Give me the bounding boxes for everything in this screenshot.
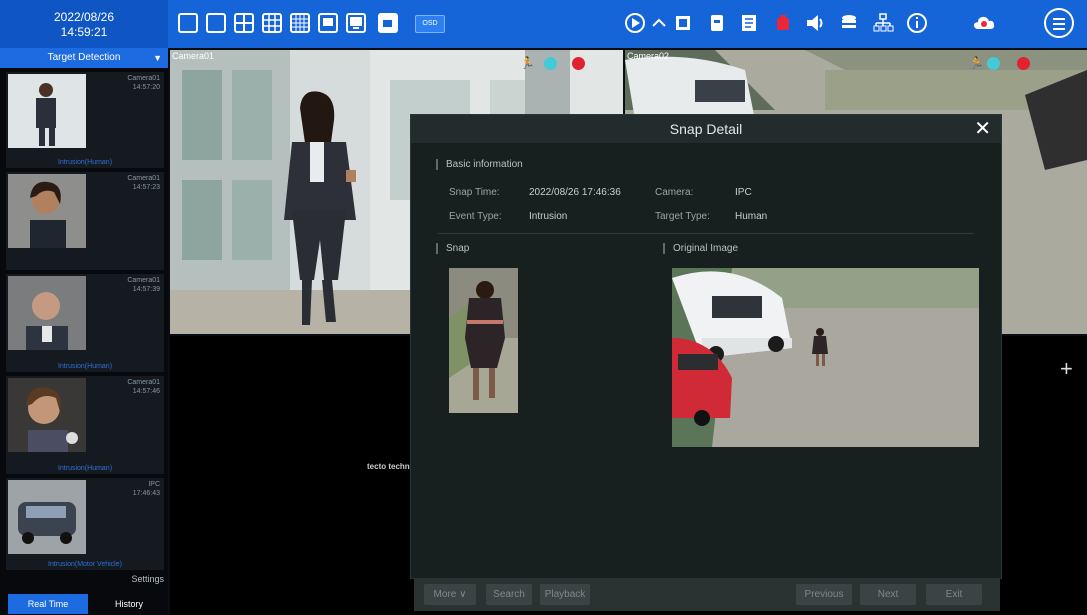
alarm-icon[interactable] [772,12,794,34]
section-snap: Snap [436,243,469,254]
search-button[interactable]: Search [486,584,532,605]
snap-detail-dialog: Snap Detail ✕ Basic information Snap Tim… [410,114,1002,579]
single-view-icon[interactable] [178,13,198,33]
camera-value: IPC [735,187,752,198]
target-detection-panel: Target Detection ▼ Camera01 14:57:20 Intr… [0,48,168,615]
quad-view-icon[interactable] [234,13,254,33]
more-button[interactable]: More ∨ [424,584,476,605]
snap-thumbnail [8,174,86,248]
clock-time: 14:59:21 [60,25,108,39]
section-basic-info: Basic information [436,159,523,170]
network-icon[interactable] [872,12,894,34]
exit-button[interactable]: Exit [926,584,982,605]
speaker-icon[interactable] [804,12,826,34]
playback-button[interactable]: Playback [540,584,590,605]
snap-caption: Intrusion(Human) [57,159,113,166]
motion-icon [544,57,557,70]
human-detection-icon: 🏃 [520,56,535,70]
sixteen-view-icon[interactable] [290,13,310,33]
cloud-icon[interactable] [972,12,995,34]
snap-list-item[interactable]: Camera01 14:57:46 Intrusion(Human) [6,376,164,474]
snap-camera: IPC 17:46:43 [132,481,160,497]
event-type-label: Event Type: [449,211,502,222]
settings-link[interactable]: Settings [0,574,164,584]
chevron-down-icon[interactable]: ▼ [153,48,162,68]
snap-camera: Camera01 14:57:23 [127,175,160,191]
next-button[interactable]: Next [860,584,916,605]
event-type-value: Intrusion [529,211,568,222]
camera-2-label: Camera02 [627,51,670,61]
dialog-footer: More ∨ Search Playback Previous Next Exi… [414,578,1000,611]
snap-list-item[interactable]: Camera01 14:57:20 Intrusion(Human) [6,72,164,168]
snap-camera: Camera01 14:57:39 [127,277,160,293]
camera-label: Camera: [655,187,694,198]
tab-real-time[interactable]: Real Time [8,594,88,614]
clock: 2022/08/26 14:59:21 [0,0,168,48]
full-view-icon[interactable] [206,13,226,33]
snap-thumbnail [8,480,86,554]
main-menu-button[interactable] [1044,8,1074,38]
panel-title: Target Detection [47,52,121,63]
record-indicator-icon [1017,57,1030,70]
playback-icon[interactable] [624,12,646,34]
snap-thumbnail [8,74,86,148]
nine-view-icon[interactable] [262,13,282,33]
snap-thumbnail [8,378,86,452]
motion-icon [987,57,1000,70]
snap-list-item[interactable]: Camera01 14:57:23 [6,172,164,270]
chevron-down-icon: ∨ [459,589,467,600]
chip-icon[interactable] [672,12,694,34]
snap-camera: Camera01 14:57:20 [127,75,160,91]
document-icon[interactable] [738,12,760,34]
snap-camera: Camera01 14:57:46 [127,379,160,395]
original-image [672,268,979,447]
snap-caption: Intrusion(Human) [57,363,113,370]
snap-crop-image [449,268,518,413]
top-toolbar: 2022/08/26 14:59:21 OSD [0,0,1087,48]
custom-layout-icon[interactable] [318,13,338,33]
human-detection-icon: 🏃 [969,56,984,70]
tab-history[interactable]: History [90,594,168,614]
manual-record-icon[interactable] [706,12,728,34]
snap-caption: Intrusion(Motor Vehicle) [48,561,122,568]
osd-button[interactable]: OSD [415,15,445,33]
snap-list-item[interactable]: IPC 17:46:43 Intrusion(Motor Vehicle) [6,478,164,570]
info-icon[interactable] [906,12,928,34]
camera-1-label: Camera01 [172,51,215,61]
section-original-image: Original Image [663,243,738,254]
close-icon[interactable]: ✕ [974,117,991,141]
target-type-value: Human [735,211,768,222]
panel-header[interactable]: Target Detection ▼ [0,48,168,68]
target-type-label: Target Type: [655,211,710,222]
snap-list-item[interactable]: Camera01 14:57:39 Intrusion(Human) [6,274,164,372]
snap-time-value: 2022/08/26 17:46:36 [529,187,621,198]
previous-button[interactable]: Previous [796,584,852,605]
screen-icon[interactable] [346,13,366,33]
clock-date: 2022/08/26 [53,10,115,24]
snap-caption: Intrusion(Human) [57,465,113,472]
add-camera-icon[interactable]: + [1060,356,1073,382]
snap-time-label: Snap Time: [449,187,500,198]
divider [438,233,974,234]
chevron-up-icon[interactable] [648,12,670,34]
disk-icon[interactable] [838,12,860,34]
sequence-icon[interactable] [378,13,398,33]
snap-thumbnail [8,276,86,350]
panel-tabs: Real Time History [0,594,168,614]
dialog-title: Snap Detail [411,115,1001,143]
record-indicator-icon [572,57,585,70]
